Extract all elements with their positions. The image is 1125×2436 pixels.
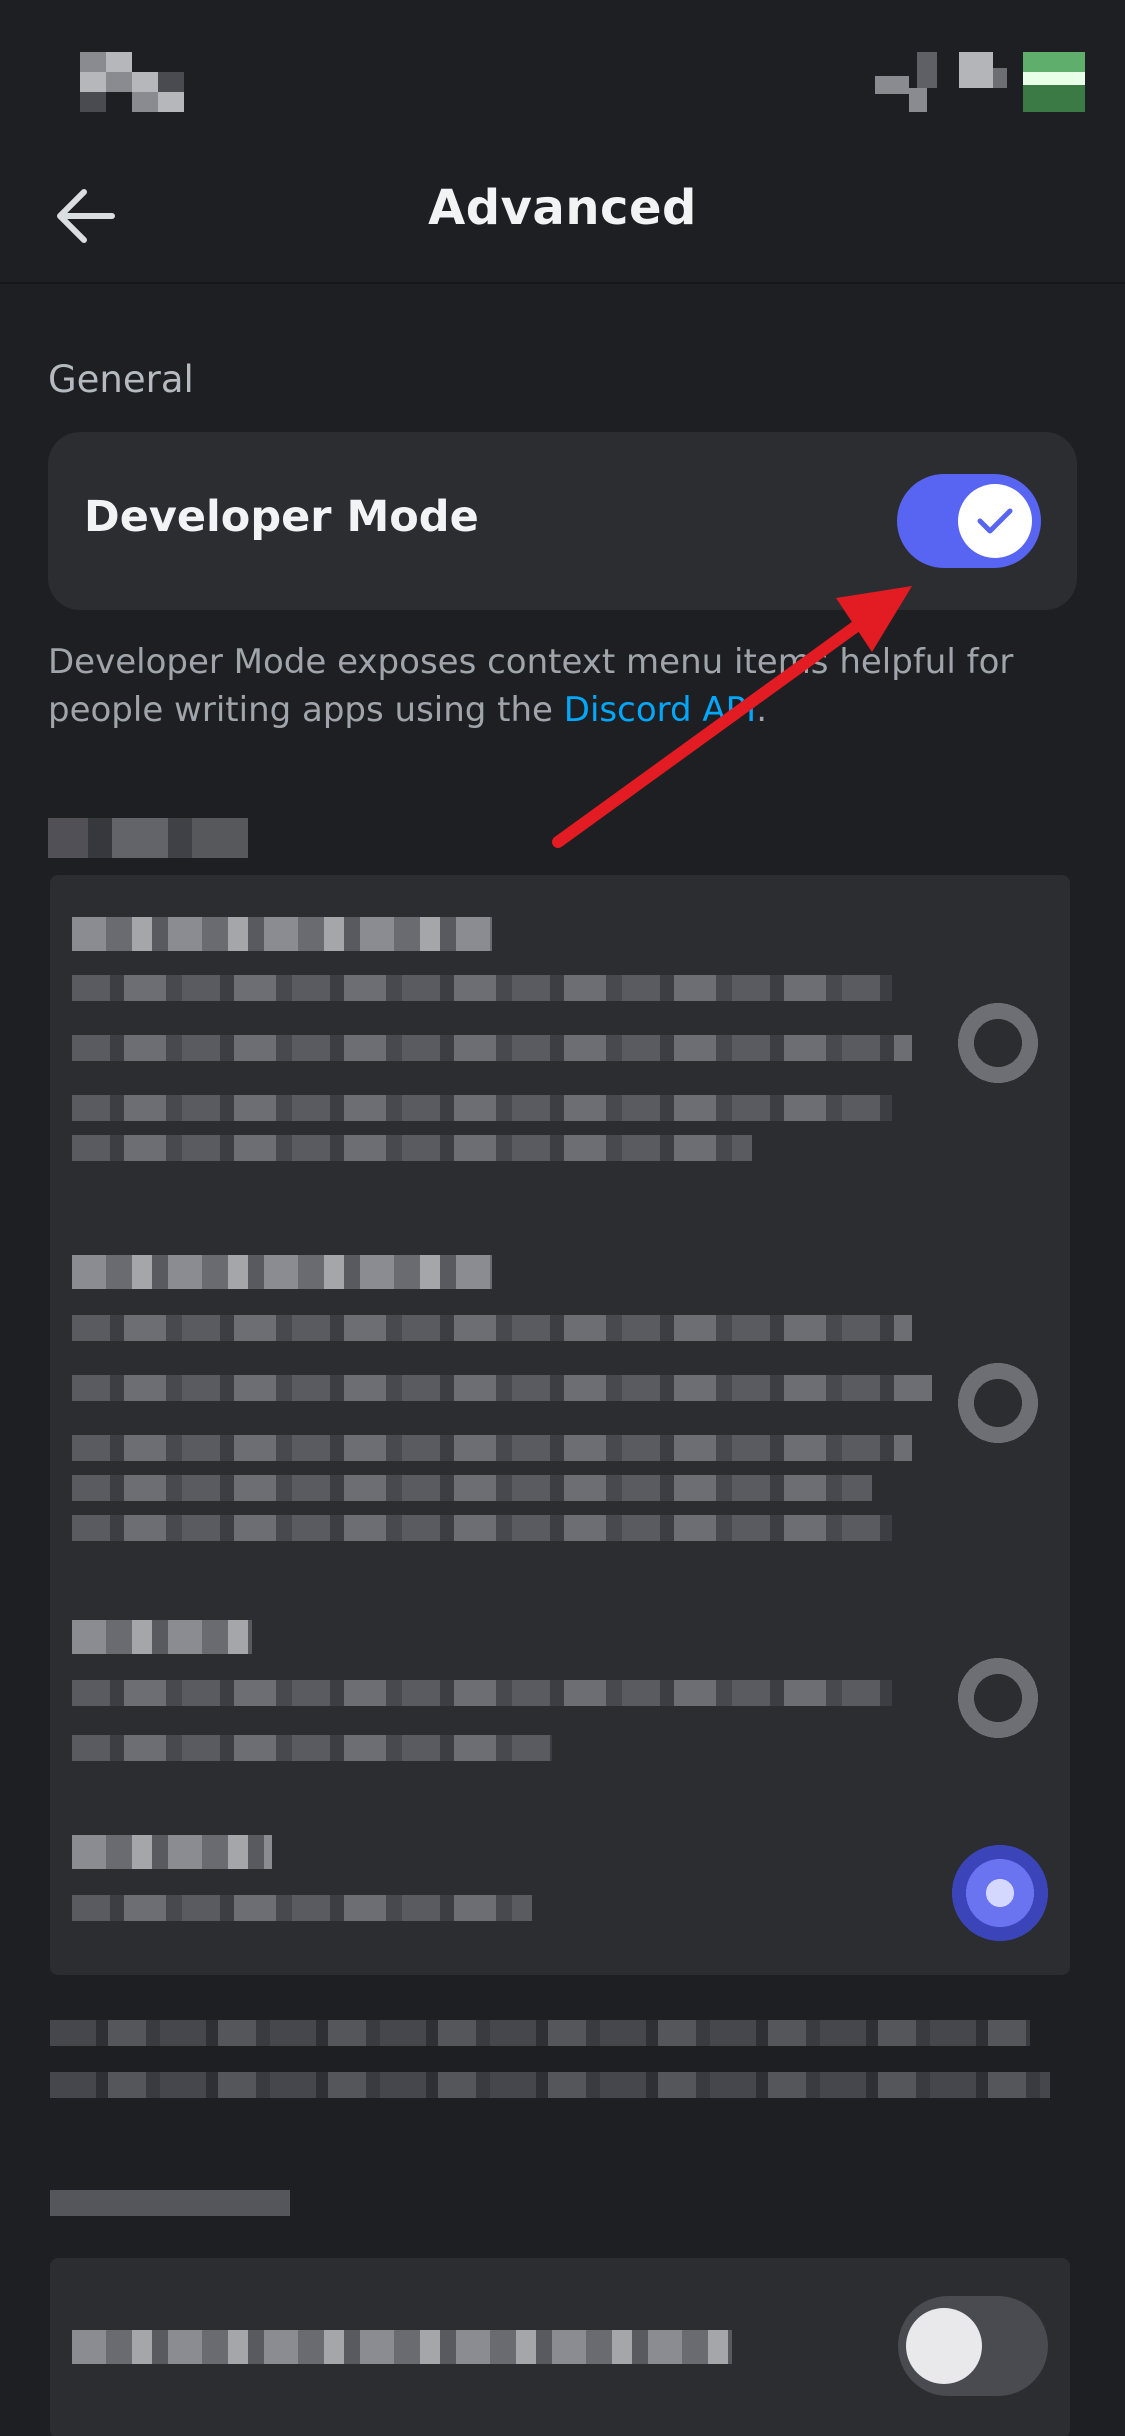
obscured-text: [72, 1835, 272, 1869]
obscured-settings-card: [50, 875, 1070, 1975]
obscured-text: [72, 1435, 912, 1461]
obscured-icon: [950, 995, 1046, 1091]
page-title: Advanced: [428, 180, 697, 236]
developer-mode-description: Developer Mode exposes context menu item…: [48, 638, 1088, 734]
obscured-accent-icon: [952, 1845, 1048, 1941]
obscured-section-label: [50, 2190, 290, 2216]
checkmark-icon: [977, 508, 1013, 534]
obscured-text: [72, 1735, 552, 1761]
obscured-text: [72, 1375, 932, 1401]
obscured-text: [72, 1315, 912, 1341]
developer-mode-toggle[interactable]: [897, 474, 1041, 568]
obscured-icon: [950, 1355, 1046, 1451]
obscured-toggle: [898, 2296, 1048, 2396]
status-time-obscured: [80, 52, 184, 112]
top-bar: Advanced: [0, 150, 1125, 284]
section-label-general: General: [48, 358, 194, 401]
obscured-text: [72, 1620, 252, 1654]
obscured-icon: [950, 1650, 1046, 1746]
obscured-text: [72, 1255, 492, 1289]
status-bar: [0, 0, 1125, 150]
obscured-text: [72, 1895, 532, 1921]
obscured-text: [72, 1135, 752, 1161]
obscured-text: [72, 1475, 872, 1501]
developer-mode-row[interactable]: Developer Mode: [48, 432, 1077, 610]
battery-icon: [1023, 52, 1085, 112]
obscured-text: [72, 975, 892, 1001]
description-text: Developer Mode exposes context menu item…: [48, 642, 1014, 730]
status-icons-obscured: [875, 52, 1085, 112]
obscured-toggle-row: [50, 2258, 1070, 2436]
description-period: .: [756, 690, 767, 730]
obscured-text: [72, 917, 492, 951]
toggle-knob: [958, 484, 1032, 558]
obscured-text: [72, 1680, 892, 1706]
obscured-footer-text: [50, 2072, 1050, 2098]
developer-mode-label: Developer Mode: [84, 492, 479, 542]
obscured-text: [72, 1515, 892, 1541]
obscured-text: [72, 1035, 912, 1061]
obscured-text: [72, 2330, 732, 2364]
advanced-settings-screen: Advanced General Developer Mode Develope…: [0, 0, 1125, 2436]
discord-api-link[interactable]: Discord API: [564, 690, 756, 730]
obscured-section-label: [48, 818, 248, 858]
obscured-footer-text: [50, 2020, 1030, 2046]
obscured-text: [72, 1095, 892, 1121]
